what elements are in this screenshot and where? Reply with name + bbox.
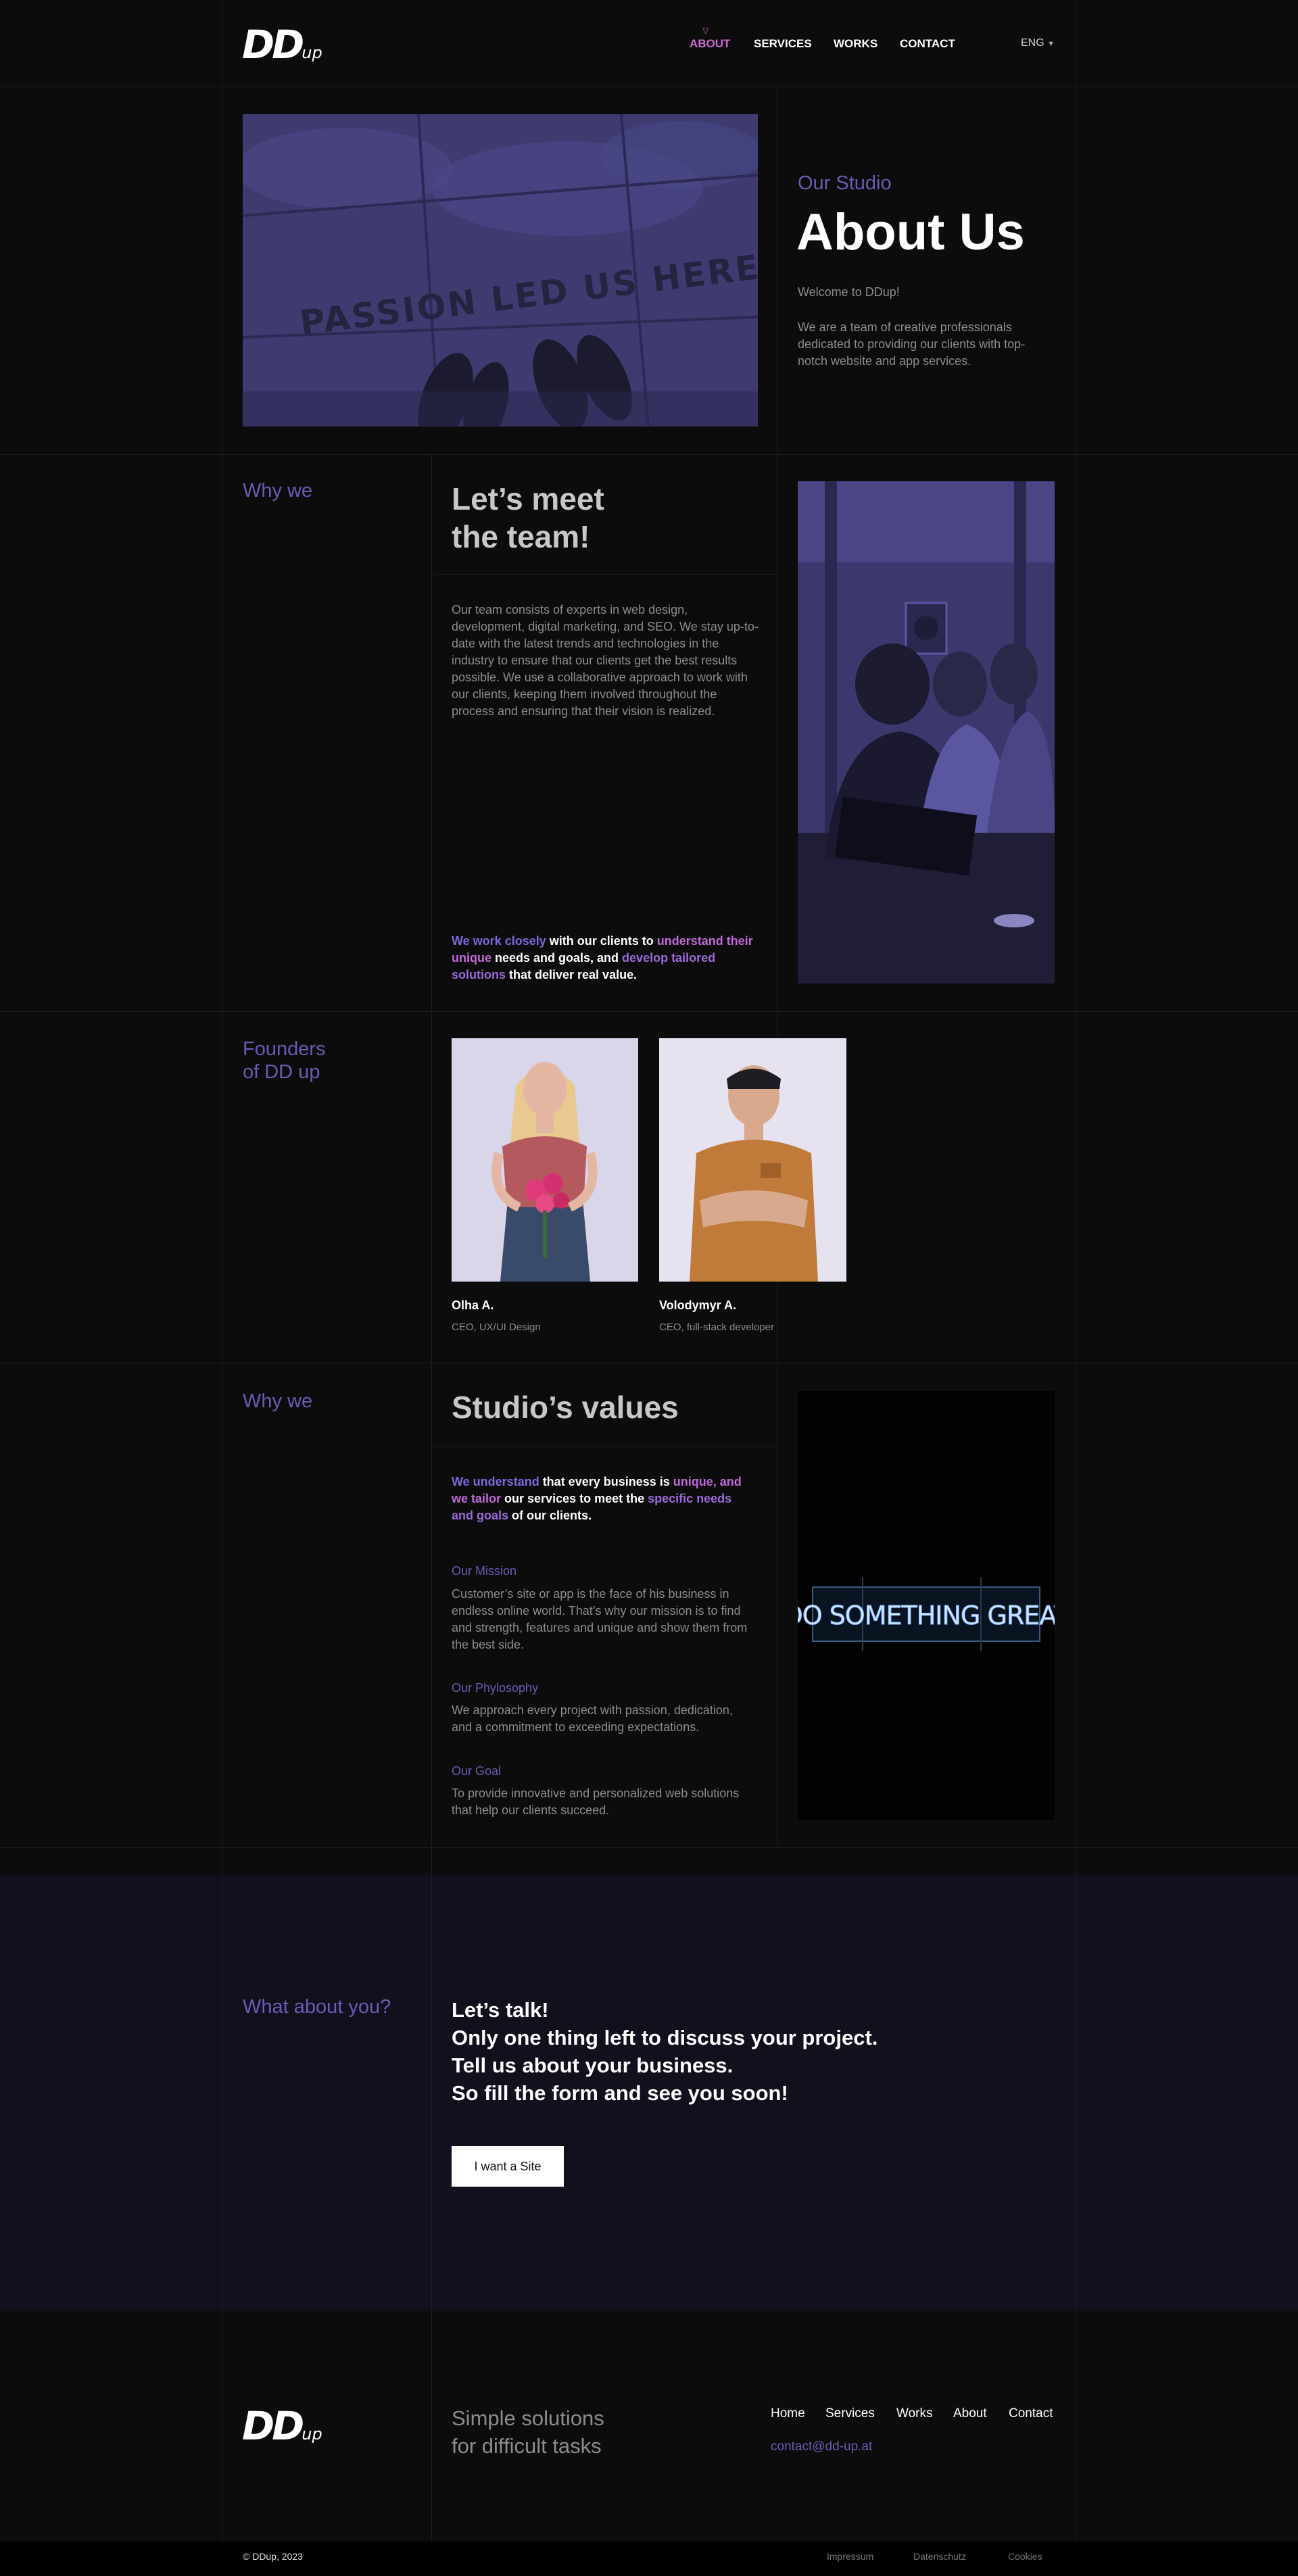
highlight-part: that every business is xyxy=(539,1475,673,1488)
impressum-link[interactable]: Impressum xyxy=(827,2551,873,2562)
team-title-line2: the team! xyxy=(452,519,590,554)
language-label: ENG xyxy=(1021,37,1044,49)
founder-name: Volodymyr A. xyxy=(659,1298,737,1312)
logo[interactable]: DDup xyxy=(242,22,322,68)
team-photo xyxy=(798,481,1055,983)
grid-line xyxy=(0,454,1298,455)
goal-title: Our Goal xyxy=(452,1764,502,1778)
founder-photo xyxy=(452,1038,638,1282)
mission-body: Customer’s site or app is the face of hi… xyxy=(452,1587,748,1651)
nav-about[interactable]: About xyxy=(690,37,730,51)
chevron-down-icon: ▼ xyxy=(1047,40,1055,48)
team-label: Why we xyxy=(243,480,313,502)
founder-photo xyxy=(659,1038,846,1282)
hero-welcome: Welcome to DDup! xyxy=(798,285,900,299)
cta-line: Tell us about your business. xyxy=(452,2053,734,2077)
tagline-line2: for difficult tasks xyxy=(452,2434,602,2458)
footer-link-services[interactable]: Services xyxy=(825,2406,875,2421)
highlight-part: with our clients to xyxy=(546,934,657,948)
copyright: © DDup, 2023 xyxy=(243,2551,303,2562)
cookies-link[interactable]: Cookies xyxy=(1008,2551,1042,2562)
values-highlight: We understand that every business is uni… xyxy=(452,1474,756,1524)
highlight-part: We work closely xyxy=(452,934,546,948)
cta-line: Only one thing left to discuss your proj… xyxy=(452,2026,878,2049)
logo-main: DD xyxy=(242,22,304,68)
founder-role: CEO, full-stack developer xyxy=(659,1321,775,1333)
founder-role: CEO, UX/UI Design xyxy=(452,1321,541,1333)
team-title-line1: Let’s meet xyxy=(452,481,604,516)
founder-name: Olha A. xyxy=(452,1298,494,1312)
cta-line: Let’s talk! xyxy=(452,1998,549,2022)
bottom-bar xyxy=(0,2542,1298,2576)
grid-line xyxy=(0,1011,1298,1012)
footer-logo[interactable]: DDup xyxy=(242,2403,322,2449)
grid-line xyxy=(777,87,778,1847)
footer-link-home[interactable]: Home xyxy=(771,2406,805,2421)
founders-label-line2: of DD up xyxy=(243,1061,320,1083)
highlight-part: that deliver real value. xyxy=(506,968,638,981)
highlight-part: We understand xyxy=(452,1475,539,1488)
grid-line xyxy=(1075,1875,1076,2309)
neon-text: DO SOMETHING GREAT xyxy=(798,1601,1055,1630)
founders-label: Founders of DD up xyxy=(243,1038,326,1084)
tagline-line1: Simple solutions xyxy=(452,2406,604,2430)
want-site-button[interactable]: I want a Site xyxy=(452,2146,564,2187)
hero-eyebrow: Our Studio xyxy=(798,172,892,194)
cta-label: What about you? xyxy=(243,1996,391,2018)
nav-services[interactable]: Services xyxy=(754,37,812,51)
values-label: Why we xyxy=(243,1390,313,1412)
active-indicator-icon: ▽ xyxy=(702,26,709,35)
nav-contact[interactable]: Contact xyxy=(900,37,955,51)
founders-label-line1: Founders xyxy=(243,1038,326,1060)
highlight-part: needs and goals, and xyxy=(491,951,623,965)
footer-link-works[interactable]: Works xyxy=(896,2406,932,2421)
team-title: Let’s meet the team! xyxy=(452,480,604,556)
highlight-part: of our clients. xyxy=(508,1509,592,1522)
goal-body: To provide innovative and personalized w… xyxy=(452,1787,740,1817)
hero-image: PASSION LED US HERE xyxy=(243,114,758,427)
language-selector[interactable]: ENG ▼ xyxy=(1021,37,1055,49)
grid-line xyxy=(0,1847,1298,1848)
cta-text: Let’s talk! Only one thing left to discu… xyxy=(452,1996,878,2107)
cta-line: So fill the form and see you soon! xyxy=(452,2081,788,2105)
team-body: Our team consists of experts in web desi… xyxy=(452,603,759,718)
logo-main: DD xyxy=(242,2403,304,2449)
philosophy-body: We approach every project with passion, … xyxy=(452,1703,733,1734)
footer-link-about[interactable]: About xyxy=(953,2406,987,2421)
team-highlight: We work closely with our clients to unde… xyxy=(452,933,763,983)
footer-link-contact[interactable]: Contact xyxy=(1009,2406,1053,2421)
grid-line xyxy=(431,1875,432,2309)
footer-email[interactable]: contact@dd-up.at xyxy=(771,2439,872,2454)
datenschutz-link[interactable]: Datenschutz xyxy=(913,2551,966,2562)
hero-description: We are a team of creative professionals … xyxy=(798,320,1026,368)
neon-photo: DO SOMETHING GREAT xyxy=(798,1391,1055,1820)
highlight-part: our services to meet the xyxy=(501,1492,648,1505)
nav-works[interactable]: Works xyxy=(834,37,878,51)
divider xyxy=(433,574,777,575)
logo-sub: up xyxy=(302,2425,322,2444)
values-title: Studio’s values xyxy=(452,1390,679,1425)
logo-sub: up xyxy=(302,43,322,62)
footer-tagline: Simple solutions for difficult tasks xyxy=(452,2404,604,2460)
mission-title: Our Mission xyxy=(452,1564,517,1578)
philosophy-title: Our Phylosophy xyxy=(452,1681,539,1695)
page-title: About Us xyxy=(796,203,1025,261)
